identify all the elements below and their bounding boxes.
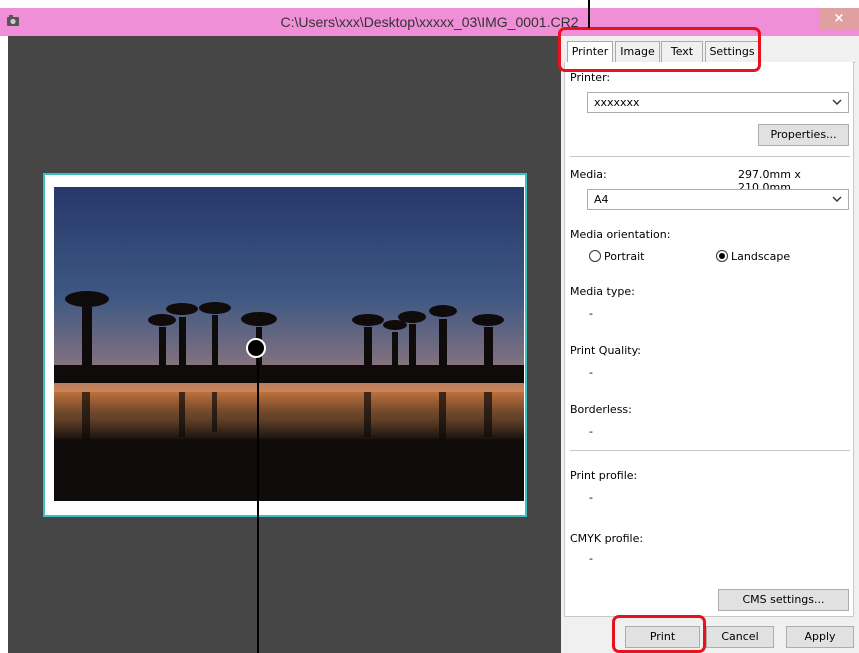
- cancel-button[interactable]: Cancel: [706, 626, 774, 648]
- chevron-down-icon: [832, 99, 842, 105]
- divider: [570, 156, 850, 157]
- divider: [570, 450, 850, 451]
- apply-button[interactable]: Apply: [786, 626, 854, 648]
- paper-preview: [43, 173, 527, 517]
- landscape-label: Landscape: [731, 250, 791, 263]
- preview-callout-line: [257, 350, 259, 653]
- media-type-label: Media type:: [570, 285, 635, 298]
- printer-label: Printer:: [570, 71, 611, 84]
- print-quality-value: -: [589, 366, 593, 379]
- borderless-value: -: [589, 425, 593, 438]
- cmyk-profile-value: -: [589, 552, 593, 565]
- printer-select-value: xxxxxxx: [594, 96, 640, 109]
- tabs-callout-line: [588, 0, 590, 28]
- tabs-highlight: [558, 27, 761, 72]
- printer-tab-content: Printer: xxxxxxx Properties... Media: 29…: [564, 62, 854, 617]
- printer-select[interactable]: xxxxxxx: [587, 92, 849, 113]
- chevron-down-icon: [832, 196, 842, 202]
- media-select-value: A4: [594, 193, 609, 206]
- settings-panel: Printer Image Text Settings Printer: xxx…: [561, 36, 859, 653]
- landscape-radio[interactable]: [716, 250, 728, 262]
- portrait-radio[interactable]: [589, 250, 601, 262]
- preview-image: [54, 187, 524, 501]
- properties-button[interactable]: Properties...: [758, 124, 849, 146]
- print-quality-label: Print Quality:: [570, 344, 642, 357]
- print-button-highlight: [612, 615, 706, 653]
- print-profile-label: Print profile:: [570, 469, 638, 482]
- media-label: Media:: [570, 168, 607, 181]
- cms-settings-button[interactable]: CMS settings...: [718, 589, 849, 611]
- cmyk-profile-label: CMYK profile:: [570, 532, 644, 545]
- media-type-value: -: [589, 307, 593, 320]
- preview-callout-dot: [246, 338, 266, 358]
- portrait-label: Portrait: [604, 250, 645, 263]
- orientation-label: Media orientation:: [570, 228, 671, 241]
- print-preview-area: [8, 36, 561, 653]
- media-select[interactable]: A4: [587, 189, 849, 210]
- close-button[interactable]: ×: [819, 8, 859, 30]
- print-profile-value: -: [589, 491, 593, 504]
- borderless-label: Borderless:: [570, 403, 632, 416]
